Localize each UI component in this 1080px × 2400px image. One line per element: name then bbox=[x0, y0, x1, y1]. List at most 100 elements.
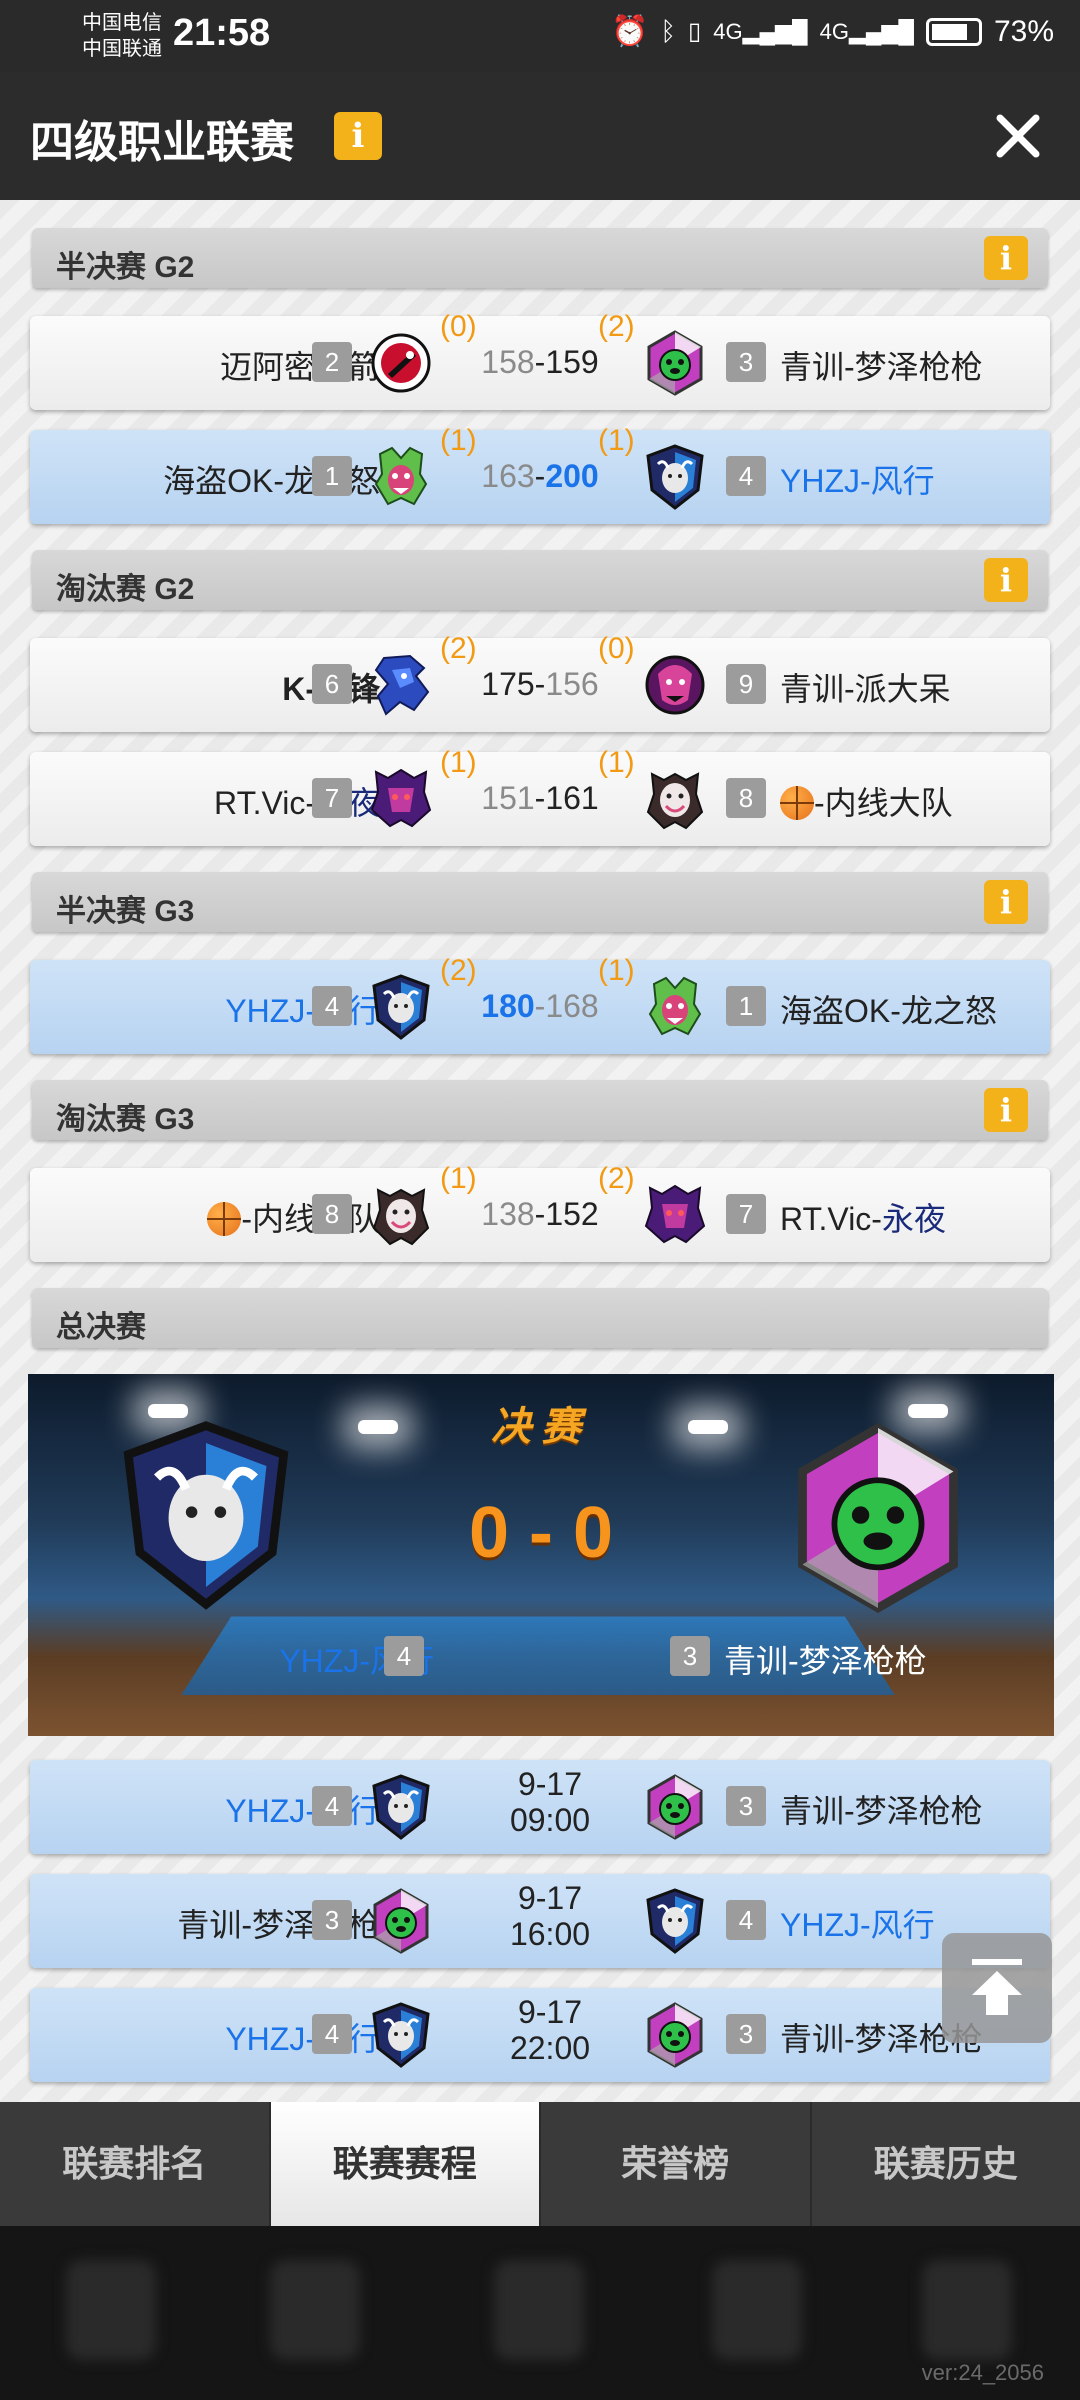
tab-honor-roll[interactable]: 荣誉榜 bbox=[541, 2102, 812, 2226]
schedule-row[interactable]: YHZJ-风行 4 9-17 22:00 3 青训-梦泽枪枪 bbox=[30, 1988, 1050, 2082]
right-team-name: 青训-梦泽枪枪 bbox=[780, 1793, 983, 1829]
right-team-name: YHZJ-风行 bbox=[780, 1907, 935, 1943]
left-team-seed: 4 bbox=[312, 1786, 352, 1826]
dragon-logo-icon bbox=[644, 974, 706, 1040]
team-prefix: RT.Vic- bbox=[214, 785, 316, 821]
right-team-name: YHZJ-风行 bbox=[780, 463, 935, 499]
left-team-seed: 4 bbox=[312, 2014, 352, 2054]
left-score: 175 bbox=[481, 666, 535, 702]
bull-logo-icon bbox=[370, 1182, 432, 1248]
left-team-seed: 6 bbox=[312, 664, 352, 704]
left-team-seed: 8 bbox=[312, 1194, 352, 1234]
title-bar: 四级职业联赛 i bbox=[0, 72, 1080, 200]
panda-logo-icon bbox=[644, 2002, 706, 2068]
left-team-seed: 7 bbox=[312, 778, 352, 818]
signal-4g-icon: 4G▂▄▆█ bbox=[713, 18, 808, 44]
right-series-wins: (1) bbox=[598, 954, 635, 987]
panda-logo-icon bbox=[788, 1420, 968, 1616]
version-label: ver:24_2056 bbox=[921, 2360, 1044, 2385]
close-icon[interactable] bbox=[990, 108, 1046, 164]
info-icon[interactable]: i bbox=[984, 880, 1028, 924]
status-bar: 中国电信 中国联通 21:58 ⏰ ᛒ ▯ 4G▂▄▆█ 4G▂▄▆█ 73% bbox=[0, 0, 1080, 72]
match-row[interactable]: 迈阿密火箭 2 (0) 158-159 (2) 3 青训-梦泽枪枪 bbox=[30, 310, 1050, 410]
demon-logo-icon bbox=[644, 1182, 706, 1248]
right-team-seed: 3 bbox=[726, 1786, 766, 1826]
bluetooth-icon: ᛒ bbox=[660, 16, 677, 46]
finals-left-wins: 0 bbox=[468, 1493, 509, 1573]
left-series-wins: (0) bbox=[440, 310, 477, 343]
match-row[interactable]: RT.Vic-永夜 7 (1) 151-161 (1) 8 -内线大队 bbox=[30, 746, 1050, 846]
match-time: 09:00 bbox=[509, 1802, 591, 1838]
basketball-icon bbox=[780, 786, 814, 820]
left-series-wins: (1) bbox=[440, 424, 477, 457]
left-series-wins: (1) bbox=[440, 746, 477, 779]
signal-4g-icon: 4G▂▄▆█ bbox=[819, 18, 914, 44]
schedule-row[interactable]: YHZJ-风行 4 9-17 09:00 3 青训-梦泽枪枪 bbox=[30, 1760, 1050, 1854]
right-team-seed: 4 bbox=[726, 456, 766, 496]
vibrate-icon: ▯ bbox=[688, 18, 702, 45]
right-team-seed: 7 bbox=[726, 1194, 766, 1234]
panda-logo-icon bbox=[644, 330, 706, 396]
panda-logo-icon bbox=[644, 1774, 706, 1840]
right-score: 200 bbox=[545, 458, 599, 494]
blurred-navigation: ver:24_2056 bbox=[0, 2226, 1080, 2400]
info-icon[interactable]: i bbox=[334, 112, 382, 160]
bison-logo-icon bbox=[370, 2002, 432, 2068]
blurred-nav-icon bbox=[494, 2260, 584, 2360]
dragon-logo-icon bbox=[370, 444, 432, 510]
carrier-2: 中国联通 bbox=[82, 38, 162, 60]
section-header-semifinal-g3: 半决赛 G3 i bbox=[32, 872, 1048, 932]
basketball-icon bbox=[207, 1202, 242, 1236]
info-icon[interactable]: i bbox=[984, 1088, 1028, 1132]
bison-logo-icon bbox=[370, 974, 432, 1040]
bull-logo-icon bbox=[644, 766, 706, 832]
match-row[interactable]: K-冈锋 6 (2) 175-156 (0) 9 青训-派大呆 bbox=[30, 632, 1050, 732]
alarm-icon: ⏰ bbox=[611, 15, 649, 48]
match-datetime: 9-17 09:00 bbox=[460, 1766, 640, 1838]
blue-dragon-logo-icon bbox=[370, 652, 432, 718]
finals-separator: - bbox=[529, 1493, 553, 1573]
match-row[interactable]: -内线大队 8 (1) 138-152 (2) 7 RT.Vic-永夜 bbox=[30, 1162, 1050, 1262]
left-team-name: RT.Vic-永夜 bbox=[214, 778, 380, 824]
info-icon[interactable]: i bbox=[984, 236, 1028, 280]
bison-logo-icon bbox=[370, 1774, 432, 1840]
match-score: 158-159 bbox=[440, 344, 640, 381]
section-title: 淘汰赛 G2 bbox=[56, 573, 195, 606]
match-datetime: 9-17 16:00 bbox=[460, 1880, 640, 1952]
tab-league-history[interactable]: 联赛历史 bbox=[812, 2102, 1080, 2226]
left-team-name: YHZJ-风行 bbox=[225, 2021, 380, 2057]
right-team-seed: 9 bbox=[726, 664, 766, 704]
finals-banner[interactable]: 决赛 0 - 0 YHZJ-风行 4 3 青训-梦泽枪枪 bbox=[28, 1374, 1054, 1736]
score-separator: - bbox=[534, 344, 546, 380]
score-separator: - bbox=[534, 780, 546, 816]
right-team-seed: 3 bbox=[726, 342, 766, 382]
schedule-row[interactable]: 青训-梦泽枪枪 3 9-17 16:00 4 YHZJ-风行 bbox=[30, 1874, 1050, 1968]
blurred-nav-icon bbox=[922, 2260, 1012, 2360]
section-title: 半决赛 G2 bbox=[56, 251, 195, 284]
left-score: 138 bbox=[481, 1196, 535, 1232]
back-to-top-button[interactable] bbox=[942, 1933, 1052, 2043]
left-team-seed: 3 bbox=[312, 1900, 352, 1940]
tab-league-ranking[interactable]: 联赛排名 bbox=[0, 2102, 271, 2226]
schedule-content[interactable]: 半决赛 G2 i 迈阿密火箭 2 (0) 158-159 (2) 3 青训-梦泽… bbox=[0, 200, 1080, 2102]
match-score: 175-156 bbox=[440, 666, 640, 703]
right-team-seed: 3 bbox=[726, 2014, 766, 2054]
match-time: 16:00 bbox=[509, 1916, 591, 1952]
panda-logo-icon bbox=[370, 1888, 432, 1954]
right-team-name: RT.Vic-永夜 bbox=[780, 1194, 946, 1240]
match-row[interactable]: YHZJ-风行 4 (2) 180-168 (1) 1 海盗OK-龙之怒 bbox=[30, 954, 1050, 1054]
tab-league-schedule[interactable]: 联赛赛程 bbox=[270, 2102, 541, 2226]
arrow-up-icon bbox=[972, 1959, 1022, 2015]
section-header-semifinal-g2: 半决赛 G2 i bbox=[32, 228, 1048, 288]
status-icons: ⏰ ᛒ ▯ 4G▂▄▆█ 4G▂▄▆█ 73% bbox=[611, 14, 1054, 49]
match-row[interactable]: 海盗OK-龙之怒 1 (1) 163-200 (1) 4 YHZJ-风行 bbox=[30, 424, 1050, 524]
blurred-nav-icon bbox=[270, 2260, 360, 2360]
match-score: 138-152 bbox=[440, 1196, 640, 1233]
right-score: 161 bbox=[545, 780, 599, 816]
match-time: 22:00 bbox=[509, 2030, 591, 2066]
team-prefix: RT.Vic- bbox=[780, 1201, 882, 1237]
section-header-elimination-g2: 淘汰赛 G2 i bbox=[32, 550, 1048, 610]
finals-right-wins: 0 bbox=[573, 1493, 614, 1573]
right-score: 168 bbox=[545, 988, 599, 1024]
info-icon[interactable]: i bbox=[984, 558, 1028, 602]
